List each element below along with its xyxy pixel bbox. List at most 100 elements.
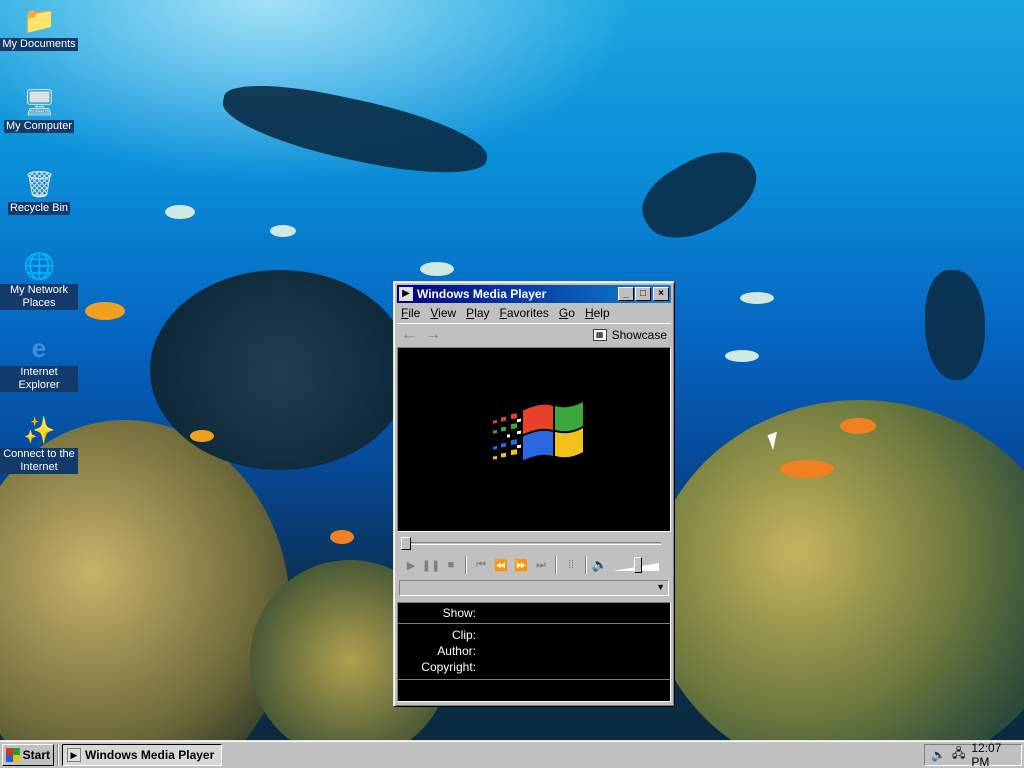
playlist-icon[interactable]: ⁞⁞: [561, 559, 581, 571]
media-player-icon: ▶: [67, 747, 81, 762]
network-icon: 🌐: [23, 251, 56, 281]
window-titlebar[interactable]: ▶ Windows Media Player _ □ ×: [397, 285, 671, 303]
recycle-bin-icon: 🗑: [23, 169, 57, 199]
fish: [85, 302, 125, 320]
desktop-icon-recycle-bin[interactable]: 🗑 Recycle Bin: [0, 168, 78, 215]
seek-bar[interactable]: [397, 534, 671, 552]
clapperboard-icon: ▦: [592, 328, 607, 341]
desktop-icon-label: My Network Places: [0, 284, 78, 310]
menu-help[interactable]: Help: [585, 306, 610, 320]
desktop-icon-label: Connect to the Internet: [0, 448, 78, 474]
window-title: Windows Media Player: [417, 287, 547, 301]
taskbar: Start ▶ Windows Media Player 🔈 🖧 12:07 P…: [0, 740, 1024, 769]
skip-back-button[interactable]: ⏮: [471, 559, 491, 572]
playlist-dropdown[interactable]: ▼: [399, 580, 669, 596]
taskbar-item-label: Windows Media Player: [85, 747, 215, 762]
desktop-icon-connect-to-internet[interactable]: ✨ Connect to the Internet: [0, 414, 78, 474]
stop-button[interactable]: ■: [441, 559, 461, 571]
scuba-diver-1: [216, 72, 494, 188]
fish: [840, 418, 876, 434]
seek-thumb[interactable]: [401, 537, 411, 550]
desktop-icon-label: My Documents: [0, 38, 78, 51]
pause-button[interactable]: ❚❚: [421, 559, 441, 572]
internet-explorer-icon: e: [31, 333, 47, 363]
scuba-diver-2: [630, 134, 770, 256]
scuba-diver-3: [925, 270, 985, 380]
fish: [330, 530, 354, 544]
coral-rock-dark: [150, 270, 410, 470]
maximize-button[interactable]: □: [635, 287, 651, 301]
fish: [165, 205, 195, 219]
start-button[interactable]: Start: [2, 743, 54, 766]
system-tray: 🔈 🖧 12:07 PM: [924, 741, 1022, 769]
clip-row: Clip:: [398, 627, 670, 643]
author-label: Author:: [437, 644, 476, 658]
playback-controls: ▶ ❚❚ ■ ⏮ ⏪ ⏩ ⏭ ⁞⁞ 🔈: [397, 552, 671, 578]
back-arrow-icon[interactable]: ←: [401, 326, 417, 344]
seek-track: [409, 542, 661, 545]
volume-icon[interactable]: 🔈: [931, 748, 946, 762]
network-tray-icon[interactable]: 🖧: [952, 744, 965, 765]
copyright-label: Copyright:: [421, 660, 476, 674]
copyright-value: [476, 659, 670, 675]
desktop-icon-my-network-places[interactable]: 🌐 My Network Places: [0, 250, 78, 310]
clip-info-panel: Show: Clip: Author: Copyright:: [397, 602, 671, 702]
fish: [725, 350, 759, 362]
windows-flag-logo: [493, 401, 583, 461]
show-value: [476, 603, 670, 623]
navigation-bar: ← → ▦ Showcase: [397, 323, 671, 345]
forward-arrow-icon[interactable]: →: [425, 326, 441, 344]
fast-forward-button[interactable]: ⏩: [511, 559, 531, 572]
divider: [555, 556, 557, 574]
coral-reef-right: [650, 400, 1024, 740]
connect-wizard-icon: ✨: [23, 415, 56, 445]
menu-go[interactable]: Go: [559, 306, 575, 320]
menu-view[interactable]: View: [430, 306, 456, 320]
windows-logo-icon: [6, 747, 20, 762]
play-button[interactable]: ▶: [401, 559, 421, 572]
menu-play[interactable]: Play: [466, 306, 489, 320]
desktop-icon-label: Internet Explorer: [0, 366, 78, 392]
taskbar-item-media-player[interactable]: ▶ Windows Media Player: [62, 743, 222, 766]
volume-slider[interactable]: [613, 557, 659, 573]
fish: [740, 292, 774, 304]
menu-favorites[interactable]: Favorites: [500, 306, 549, 320]
fish: [190, 430, 214, 442]
divider: [585, 556, 587, 574]
minimize-button[interactable]: _: [618, 287, 634, 301]
computer-icon: 🖥: [23, 87, 57, 117]
fish: [270, 225, 296, 237]
clip-details: Clip: Author: Copyright:: [398, 624, 670, 680]
chevron-down-icon[interactable]: ▼: [656, 582, 665, 592]
copyright-row: Copyright:: [398, 659, 670, 675]
desktop-icon-my-documents[interactable]: 📁 My Documents: [0, 4, 78, 51]
media-player-window[interactable]: ▶ Windows Media Player _ □ × File View P…: [393, 281, 675, 707]
skip-forward-button[interactable]: ⏭: [531, 559, 551, 572]
fish: [420, 262, 454, 276]
clock[interactable]: 12:07 PM: [971, 741, 1015, 769]
rewind-button[interactable]: ⏪: [491, 559, 511, 572]
divider: [465, 556, 467, 574]
video-display: [397, 347, 671, 532]
author-value: [476, 643, 670, 659]
desktop-icon-label: My Computer: [3, 120, 75, 133]
folder-icon: 📁: [23, 5, 56, 35]
fish: [780, 460, 834, 478]
desktop-icon-label: Recycle Bin: [7, 202, 71, 215]
desktop-icon-my-computer[interactable]: 🖥 My Computer: [0, 86, 78, 133]
show-label: Show:: [442, 606, 476, 620]
desktop-icon-internet-explorer[interactable]: e Internet Explorer: [0, 332, 78, 392]
volume-thumb[interactable]: [634, 557, 642, 573]
media-player-icon: ▶: [399, 287, 413, 301]
clip-value: [476, 627, 670, 643]
clip-label: Clip:: [451, 628, 476, 642]
author-row: Author:: [398, 643, 670, 659]
close-button[interactable]: ×: [653, 287, 669, 301]
show-row: Show:: [398, 603, 670, 624]
showcase-label: Showcase: [611, 327, 667, 342]
divider: [57, 743, 59, 766]
menu-bar: File View Play Favorites Go Help: [397, 303, 671, 323]
showcase-button[interactable]: ▦ Showcase: [592, 327, 667, 342]
speaker-icon[interactable]: 🔈: [591, 557, 609, 573]
menu-file[interactable]: File: [401, 306, 420, 320]
